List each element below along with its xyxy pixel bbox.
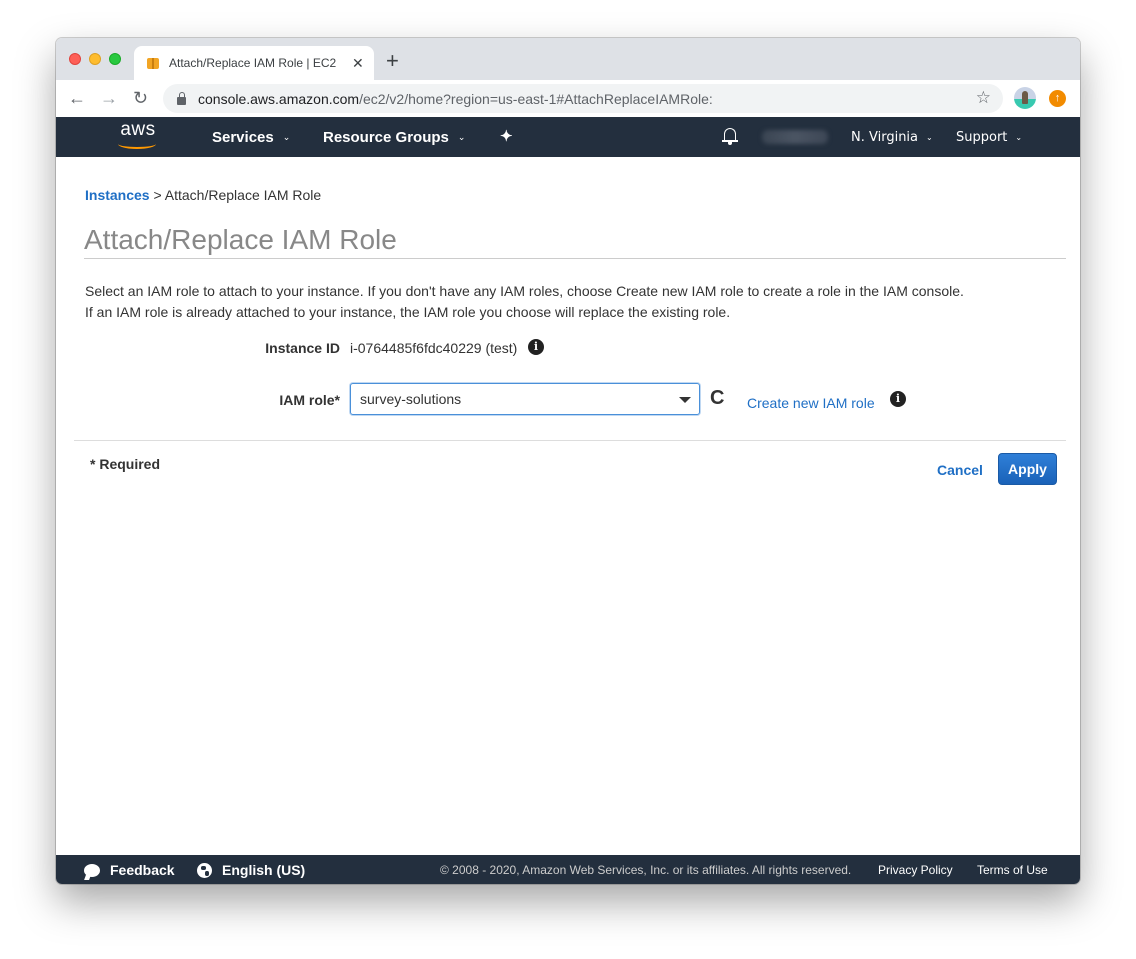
feedback-label: Feedback xyxy=(110,862,175,878)
services-label: Services xyxy=(212,129,274,146)
notifications-bell-icon[interactable] xyxy=(722,127,738,145)
maximize-window-button[interactable] xyxy=(109,53,121,65)
required-note: * Required xyxy=(90,456,161,472)
aws-top-nav: aws Services ⌄ Resource Groups ⌄ ✦ N. Vi… xyxy=(56,117,1080,157)
breadcrumb-instances-link[interactable]: Instances xyxy=(85,187,150,203)
instance-id-value: i-0764485f6fdc40229 (test) xyxy=(350,340,518,356)
description-line-1: Select an IAM role to attach to your ins… xyxy=(85,283,964,299)
services-menu[interactable]: Services ⌄ xyxy=(212,129,290,146)
copyright-text: © 2008 - 2020, Amazon Web Services, Inc.… xyxy=(440,863,852,877)
aws-footer: Feedback English (US) © 2008 - 2020, Ama… xyxy=(56,855,1080,884)
privacy-policy-link[interactable]: Privacy Policy xyxy=(878,863,953,877)
chevron-down-icon: ⌄ xyxy=(1015,133,1023,142)
account-menu-redacted[interactable] xyxy=(762,130,828,144)
tab-strip: Attach/Replace IAM Role | EC2 ✕ + xyxy=(56,38,1080,80)
browser-window: Attach/Replace IAM Role | EC2 ✕ + ← → ↻ … xyxy=(56,38,1080,884)
cancel-button[interactable]: Cancel xyxy=(937,462,983,478)
pin-icon[interactable]: ✦ xyxy=(500,127,513,145)
address-bar[interactable]: console.aws.amazon.com/ec2/v2/home?regio… xyxy=(163,84,1003,113)
minimize-window-button[interactable] xyxy=(89,53,101,65)
speech-bubble-icon xyxy=(84,863,100,877)
breadcrumb: Instances > Attach/Replace IAM Role xyxy=(85,187,321,203)
support-menu[interactable]: Support ⌄ xyxy=(956,130,1022,145)
title-divider xyxy=(84,258,1066,259)
page-title: Attach/Replace IAM Role xyxy=(84,224,397,255)
chevron-down-icon: ⌄ xyxy=(282,132,291,142)
iam-role-select[interactable]: survey-solutions xyxy=(350,383,700,415)
region-menu[interactable]: N. Virginia ⌄ xyxy=(851,130,933,145)
resource-groups-label: Resource Groups xyxy=(323,129,449,146)
language-label: English (US) xyxy=(222,862,306,878)
description-line-2: If an IAM role is already attached to yo… xyxy=(85,304,731,320)
url-text[interactable]: console.aws.amazon.com/ec2/v2/home?regio… xyxy=(198,91,713,107)
resource-groups-menu[interactable]: Resource Groups ⌄ xyxy=(323,129,465,146)
update-icon[interactable]: ↑ xyxy=(1049,90,1066,107)
info-icon[interactable]: i xyxy=(528,339,544,355)
close-tab-icon[interactable]: ✕ xyxy=(352,55,364,72)
main-content: Instances > Attach/Replace IAM Role Atta… xyxy=(56,157,1080,855)
terms-of-use-link[interactable]: Terms of Use xyxy=(977,863,1048,877)
apply-button[interactable]: Apply xyxy=(998,453,1057,485)
bookmark-star-icon[interactable]: ☆ xyxy=(976,88,991,108)
chevron-down-icon: ⌄ xyxy=(457,132,466,142)
region-label: N. Virginia xyxy=(851,130,919,145)
new-tab-button[interactable]: + xyxy=(386,50,399,72)
lock-icon xyxy=(177,91,186,105)
breadcrumb-separator: > xyxy=(149,187,165,203)
instance-id-label: Instance ID xyxy=(265,340,340,356)
aws-logo-text: aws xyxy=(120,119,156,140)
info-icon[interactable]: i xyxy=(890,391,906,407)
iam-role-label: IAM role* xyxy=(279,392,340,408)
profile-avatar[interactable] xyxy=(1014,87,1036,109)
feedback-button[interactable]: Feedback xyxy=(84,862,175,878)
forward-arrow-icon[interactable]: → xyxy=(100,87,118,109)
breadcrumb-current: Attach/Replace IAM Role xyxy=(164,187,322,203)
page-description: Select an IAM role to attach to your ins… xyxy=(85,281,964,323)
form-divider xyxy=(74,440,1066,441)
create-new-iam-role-link[interactable]: Create new IAM role xyxy=(747,395,875,411)
language-selector[interactable]: English (US) xyxy=(197,862,305,878)
url-host: console.aws.amazon.com xyxy=(198,90,360,107)
browser-toolbar: ← → ↻ console.aws.amazon.com/ec2/v2/home… xyxy=(56,80,1080,117)
aws-smile-icon xyxy=(118,139,156,149)
url-path: /ec2/v2/home?region=us-east-1#AttachRepl… xyxy=(359,90,713,107)
tab-title: Attach/Replace IAM Role | EC2 xyxy=(169,56,337,70)
close-window-button[interactable] xyxy=(69,53,81,65)
aws-logo[interactable]: aws xyxy=(116,120,160,152)
browser-tab[interactable]: Attach/Replace IAM Role | EC2 ✕ xyxy=(134,46,374,80)
iam-role-selected-value: survey-solutions xyxy=(360,391,462,407)
support-label: Support xyxy=(956,130,1008,145)
chevron-down-icon: ⌄ xyxy=(926,133,933,142)
reload-icon[interactable]: ↻ xyxy=(133,87,148,109)
dropdown-caret-icon xyxy=(679,397,691,403)
globe-icon xyxy=(197,862,212,878)
refresh-icon[interactable]: C xyxy=(710,387,724,409)
aws-cube-icon xyxy=(146,56,160,70)
back-arrow-icon[interactable]: ← xyxy=(68,87,86,109)
